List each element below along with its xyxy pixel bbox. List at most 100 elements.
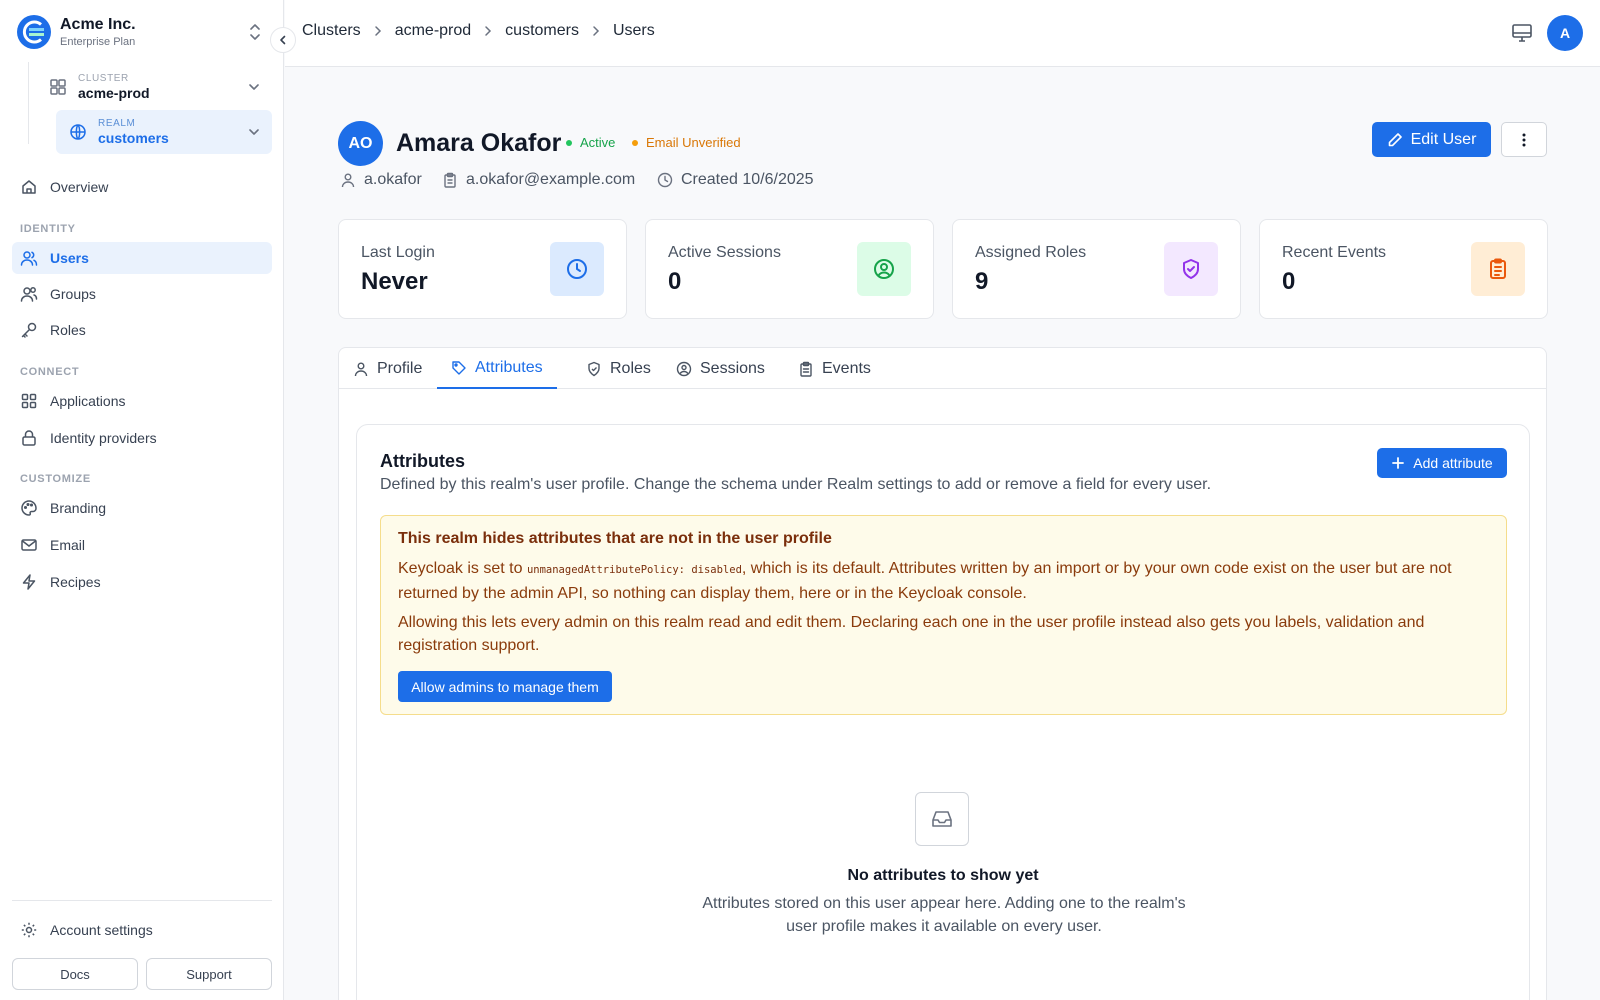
attributes-card: Attributes Defined by this realm's user …	[356, 424, 1530, 1000]
grid-icon	[48, 77, 68, 97]
lightning-icon	[20, 573, 38, 591]
chevron-down-icon	[248, 126, 260, 138]
sidebar-item-label: Users	[50, 250, 89, 266]
section-customize: CUSTOMIZE	[20, 473, 91, 485]
sidebar-item-label: Applications	[50, 393, 126, 409]
context-tree-line	[28, 62, 29, 144]
realm-label: REALM	[98, 118, 136, 129]
org-name: Acme Inc.	[60, 16, 136, 33]
org-switcher[interactable]: Acme Inc. Enterprise Plan	[16, 12, 268, 52]
tab-events[interactable]: Events	[784, 348, 885, 389]
sidebar: Acme Inc. Enterprise Plan CLUSTER acme-p…	[0, 0, 284, 1000]
sidebar-item-users[interactable]: Users	[12, 242, 272, 274]
created-meta: Created 10/6/2025	[657, 171, 814, 189]
sidebar-item-label: Groups	[50, 286, 96, 302]
tab-bar: Profile Attributes Roles Sessions Events	[339, 348, 1546, 389]
stat-icon-box	[1164, 242, 1218, 296]
username: a.okafor	[364, 171, 422, 188]
chevron-left-icon	[277, 34, 289, 46]
sidebar-item-branding[interactable]: Branding	[12, 492, 272, 524]
user-detail-panel: Profile Attributes Roles Sessions Events…	[338, 347, 1547, 1000]
sidebar-item-identity-providers[interactable]: Identity providers	[12, 422, 272, 454]
stat-label: Active Sessions	[668, 244, 781, 261]
empty-state-description: Attributes stored on this user appear he…	[702, 895, 1186, 935]
attributes-description: Defined by this realm's user profile. Ch…	[380, 476, 1212, 493]
grid-icon	[20, 392, 38, 410]
tab-label: Profile	[377, 359, 423, 377]
breadcrumb-current: Users	[612, 22, 655, 39]
breadcrumb: Clusters acme-prod customers Users	[302, 22, 655, 40]
email-meta: a.okafor@example.com	[442, 171, 635, 189]
sidebar-item-email[interactable]: Email	[12, 529, 272, 561]
edit-user-label: Edit User	[1410, 130, 1477, 148]
collapse-sidebar-button[interactable]	[270, 27, 296, 53]
cluster-selector[interactable]: CLUSTER acme-prod	[36, 66, 272, 108]
add-attribute-button[interactable]: Add attribute	[1377, 448, 1507, 478]
edit-user-button[interactable]: Edit User	[1372, 122, 1491, 157]
sidebar-item-roles[interactable]: Roles	[12, 314, 272, 346]
acme-logo-icon	[16, 14, 52, 50]
inbox-icon	[929, 806, 955, 832]
support-button[interactable]: Support	[146, 958, 272, 990]
monitor-icon[interactable]	[1511, 22, 1533, 44]
plus-icon	[1391, 456, 1405, 470]
tab-roles[interactable]: Roles	[572, 348, 665, 389]
attributes-title: Attributes	[380, 451, 465, 471]
stat-value: 9	[975, 268, 989, 295]
stat-label: Recent Events	[1282, 244, 1387, 261]
user-circle-icon	[872, 257, 896, 281]
sidebar-item-groups[interactable]: Groups	[12, 278, 272, 310]
sidebar-item-label: Recipes	[50, 574, 101, 590]
tab-label: Roles	[610, 359, 651, 377]
stat-last-login: Last Login Never	[338, 219, 627, 319]
section-identity: IDENTITY	[20, 223, 76, 235]
account-avatar[interactable]: A	[1547, 15, 1583, 51]
sidebar-item-account-settings[interactable]: Account settings	[12, 914, 272, 946]
stat-icon-box	[1471, 242, 1525, 296]
user-email: a.okafor@example.com	[466, 171, 636, 188]
key-icon	[20, 321, 38, 339]
top-bar: Clusters acme-prod customers Users A	[285, 0, 1600, 67]
empty-state-title: No attributes to show yet	[847, 867, 1039, 884]
cluster-label: CLUSTER	[78, 73, 129, 84]
email-status-dot	[632, 139, 638, 146]
home-icon	[20, 178, 38, 196]
user-icon	[340, 172, 356, 188]
shield-check-icon	[1179, 257, 1203, 281]
section-connect: CONNECT	[20, 366, 80, 378]
sidebar-item-applications[interactable]: Applications	[12, 385, 272, 417]
breadcrumb-realm[interactable]: customers	[505, 22, 579, 40]
org-plan: Enterprise Plan	[60, 36, 136, 48]
shield-check-icon	[586, 361, 602, 377]
tab-label: Events	[822, 359, 871, 377]
more-vertical-icon	[1515, 131, 1533, 149]
tab-label: Sessions	[700, 359, 765, 377]
user-circle-icon	[676, 361, 692, 377]
sidebar-item-overview[interactable]: Overview	[12, 171, 272, 203]
allow-admins-button[interactable]: Allow admins to manage them	[398, 671, 612, 702]
tab-sessions[interactable]: Sessions	[662, 348, 779, 389]
realm-selector[interactable]: REALM customers	[56, 110, 272, 154]
add-attribute-label: Add attribute	[1413, 455, 1493, 471]
stat-value: Never	[361, 268, 428, 295]
more-actions-button[interactable]	[1501, 122, 1547, 157]
sidebar-divider	[12, 900, 272, 901]
stat-icon-box	[857, 242, 911, 296]
tab-attributes[interactable]: Attributes	[437, 348, 557, 389]
gear-icon	[20, 921, 38, 939]
users-icon	[20, 249, 38, 267]
status-dot	[566, 139, 572, 146]
chevron-right-icon	[481, 24, 495, 38]
empty-state-icon-box	[915, 792, 969, 846]
status-badge: Active	[566, 135, 615, 150]
breadcrumb-cluster[interactable]: acme-prod	[395, 22, 471, 40]
policy-code: unmanagedAttributePolicy: disabled	[526, 564, 742, 576]
globe-icon	[68, 122, 88, 142]
tab-profile[interactable]: Profile	[339, 348, 436, 389]
stat-label: Assigned Roles	[975, 244, 1087, 261]
docs-button[interactable]: Docs	[12, 958, 138, 990]
user-avatar: AO	[338, 121, 383, 166]
breadcrumb-clusters[interactable]: Clusters	[302, 22, 361, 40]
sidebar-item-recipes[interactable]: Recipes	[12, 566, 272, 598]
chevron-right-icon	[371, 24, 385, 38]
